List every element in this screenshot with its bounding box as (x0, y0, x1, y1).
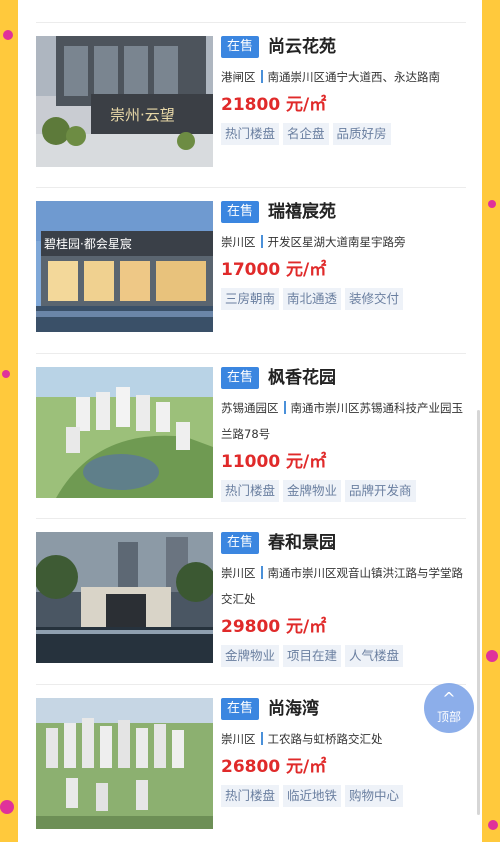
status-badge: 在售 (221, 367, 260, 389)
tag: 热门楼盘 (221, 480, 280, 502)
scrollbar[interactable] (477, 410, 480, 815)
background-dot (2, 370, 10, 378)
tag: 装修交付 (345, 288, 404, 310)
district: 崇川区 (221, 235, 256, 249)
tag: 金牌物业 (221, 645, 280, 667)
background-dot (488, 820, 498, 830)
tag: 名企盘 (283, 123, 329, 145)
district: 港闸区 (221, 70, 256, 84)
back-to-top-button[interactable]: ^ 顶部 (424, 683, 474, 733)
tag-list: 金牌物业 项目在建 人气楼盘 (221, 645, 471, 667)
tag: 品质好房 (332, 123, 391, 145)
listing-price: 21800 元/㎡ (221, 95, 327, 115)
divider (36, 518, 466, 519)
listing-name[interactable]: 尚海湾 (268, 698, 319, 720)
tag: 人气楼盘 (345, 645, 404, 667)
background-dot (488, 200, 496, 208)
district: 崇川区 (221, 566, 256, 580)
district: 苏锡通园区 (221, 401, 279, 415)
background-dot (3, 30, 13, 40)
tag: 项目在建 (283, 645, 342, 667)
listing-address: 崇川区 开发区星湖大道南星宇路旁 (221, 229, 471, 255)
listing-name[interactable]: 枫香花园 (268, 367, 336, 389)
status-badge: 在售 (221, 36, 260, 58)
divider (36, 353, 466, 354)
listing-item[interactable]: 在售 枫香花园 苏锡通园区 南通市崇川区苏锡通科技产业园玉兰路78号 11000 元… (36, 367, 466, 502)
status-badge: 在售 (221, 532, 260, 554)
listing-price: 11000 元/㎡ (221, 452, 327, 472)
tag: 金牌物业 (283, 480, 342, 502)
tag: 购物中心 (345, 785, 404, 807)
tag-list: 三房朝南 南北通透 装修交付 (221, 288, 471, 310)
listing-item[interactable]: 崇州·云望 在售 尚云花苑 港闸区 南通崇川区通宁大道西、永达路南 21800 元/… (36, 36, 466, 170)
listing-thumbnail[interactable] (36, 532, 213, 663)
tag: 品牌开发商 (345, 480, 416, 502)
listing-price: 17000 元/㎡ (221, 260, 327, 280)
tag-list: 热门楼盘 名企盘 品质好房 (221, 123, 471, 145)
listing-card: 崇州·云望 在售 尚云花苑 港闸区 南通崇川区通宁大道西、永达路南 21800 元/… (18, 0, 482, 842)
address-text-line2: 兰路78号 (221, 427, 271, 441)
listing-name[interactable]: 尚云花苑 (268, 36, 336, 58)
address-text-line2: 交汇处 (221, 592, 256, 606)
status-badge: 在售 (221, 201, 260, 223)
svg-text:碧桂园·都会星宸: 碧桂园·都会星宸 (44, 236, 132, 251)
svg-text:崇州·云望: 崇州·云望 (110, 106, 175, 124)
listing-address: 崇川区 南通市崇川区观音山镇洪江路与学堂路 交汇处 (221, 560, 471, 612)
background-dot (0, 800, 14, 814)
divider (36, 684, 466, 685)
listing-price: 26800 元/㎡ (221, 757, 327, 777)
district: 崇川区 (221, 732, 256, 746)
divider (36, 22, 466, 23)
address-text: 工农路与虹桥路交汇处 (267, 732, 383, 746)
tag: 三房朝南 (221, 288, 280, 310)
listing-item[interactable]: 碧桂园·都会星宸 在售 瑞禧宸苑 崇川区 开发区星湖大道南星宇路旁 17000 元/… (36, 201, 466, 335)
listing-name[interactable]: 春和景园 (268, 532, 336, 554)
listing-item[interactable]: 在售 尚海湾 崇川区 工农路与虹桥路交汇处 26800 元/㎡ 热门楼盘 临近地铁 购物… (36, 698, 466, 832)
back-to-top-label: 顶部 (436, 710, 461, 724)
status-badge: 在售 (221, 698, 260, 720)
background-dot (486, 650, 498, 662)
listing-price: 29800 元/㎡ (221, 617, 327, 637)
address-text: 南通市崇川区观音山镇洪江路与学堂路 (267, 566, 464, 580)
address-text: 南通崇川区通宁大道西、永达路南 (267, 70, 441, 84)
arrow-up-icon: ^ (442, 689, 456, 708)
tag: 临近地铁 (283, 785, 342, 807)
tag: 热门楼盘 (221, 123, 280, 145)
address-text: 开发区星湖大道南星宇路旁 (267, 235, 406, 249)
listing-address: 苏锡通园区 南通市崇川区苏锡通科技产业园玉兰路78号 (221, 395, 471, 447)
divider (36, 187, 466, 188)
listing-item[interactable]: 在售 春和景园 崇川区 南通市崇川区观音山镇洪江路与学堂路 交汇处 29800 元/㎡… (36, 532, 466, 667)
listing-thumbnail[interactable] (36, 367, 213, 498)
listing-address: 崇川区 工农路与虹桥路交汇处 (221, 726, 471, 752)
listing-name[interactable]: 瑞禧宸苑 (268, 201, 336, 223)
listing-address: 港闸区 南通崇川区通宁大道西、永达路南 (221, 64, 471, 90)
listing-thumbnail[interactable]: 崇州·云望 (36, 36, 213, 167)
tag: 热门楼盘 (221, 785, 280, 807)
tag-list: 热门楼盘 临近地铁 购物中心 (221, 785, 471, 807)
address-text: 南通市崇川区苏锡通科技产业园玉 (290, 401, 464, 415)
listing-thumbnail[interactable] (36, 698, 213, 829)
listing-thumbnail[interactable]: 碧桂园·都会星宸 (36, 201, 213, 332)
tag-list: 热门楼盘 金牌物业 品牌开发商 (221, 480, 471, 502)
tag: 南北通透 (283, 288, 342, 310)
